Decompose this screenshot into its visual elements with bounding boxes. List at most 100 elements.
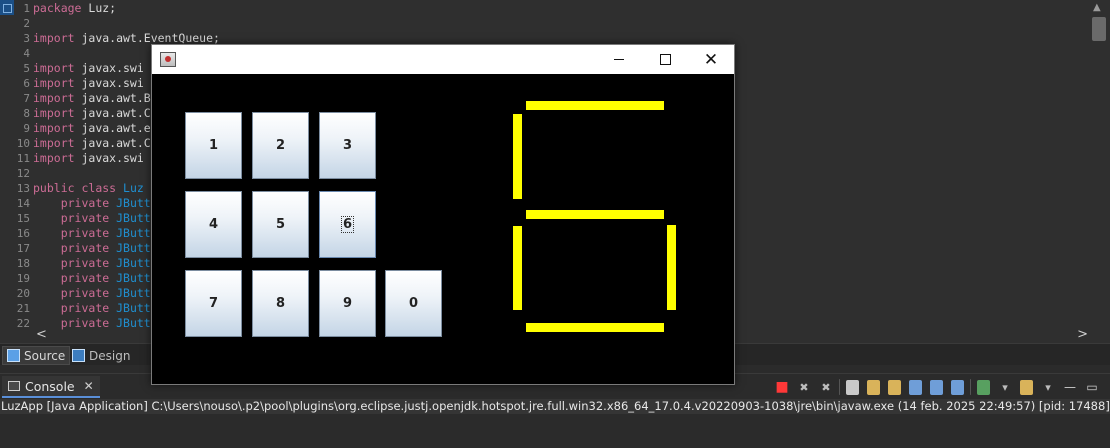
code-text: private JButt (33, 301, 151, 316)
key-label: 6 (340, 216, 355, 233)
display-segment-e (513, 226, 522, 310)
line-number: 10 (16, 137, 30, 150)
code-text: import javax.swi (33, 76, 144, 91)
key-button-8[interactable]: 8 (252, 270, 309, 337)
key-button-2[interactable]: 2 (252, 112, 309, 179)
minimize-button[interactable] (596, 45, 642, 74)
toolbar-separator (839, 379, 840, 395)
scroll-right-icon[interactable]: > (1077, 327, 1088, 342)
scroll-left-icon[interactable]: < (36, 327, 47, 342)
code-token: import (33, 151, 75, 165)
console-tab-label: Console (25, 378, 75, 394)
remove-all-terminated-icon[interactable]: ✖ (817, 378, 835, 396)
java-app-icon[interactable] (160, 52, 176, 67)
java-app-window[interactable]: ✕ 1 2 3 4 5 6 7 8 9 0 (151, 44, 735, 385)
code-token: java.awt.B (74, 91, 151, 105)
terminate-icon[interactable]: ■ (773, 378, 791, 396)
close-button[interactable]: ✕ (688, 45, 734, 74)
word-wrap-icon[interactable] (888, 379, 901, 395)
scroll-lock-icon[interactable] (867, 379, 880, 395)
code-token: JButt (116, 241, 151, 255)
code-line[interactable]: 2 (0, 16, 1088, 31)
code-token: Luz; (81, 1, 117, 15)
minimize-view-icon[interactable]: — (1061, 378, 1079, 396)
key-button-0[interactable]: 0 (385, 270, 442, 337)
key-button-7[interactable]: 7 (185, 270, 242, 337)
line-number: 9 (23, 122, 30, 135)
console-output-header: LuzApp [Java Application] C:\Users\nouso… (0, 399, 1110, 414)
scrollbar-thumb[interactable] (1092, 17, 1106, 41)
tab-console[interactable]: Console ✕ (2, 376, 100, 398)
key-label: 8 (275, 296, 286, 311)
line-number: 15 (16, 212, 30, 225)
key-label: 2 (275, 138, 286, 153)
code-token: private (60, 196, 110, 210)
code-token: java.awt.e (74, 121, 151, 135)
open-console-dropdown-icon[interactable]: ▾ (1039, 378, 1057, 396)
code-token: private (60, 301, 110, 315)
key-label: 5 (275, 217, 286, 232)
code-text: private JButt (33, 271, 151, 286)
code-text: import java.awt.e (33, 121, 151, 136)
line-number: 21 (16, 302, 30, 315)
line-number: 1 (23, 2, 30, 15)
code-token: private (60, 226, 110, 240)
open-console-icon[interactable] (1020, 379, 1033, 395)
code-token: javax.swi (74, 151, 144, 165)
show-on-output-icon[interactable] (909, 379, 922, 395)
maximize-button[interactable] (642, 45, 688, 74)
console-icon (8, 381, 20, 391)
line-number: 2 (23, 17, 30, 30)
vertical-scrollbar[interactable]: ▲ (1088, 0, 1110, 326)
line-number: 17 (16, 242, 30, 255)
line-number: 22 (16, 317, 30, 330)
scroll-up-icon[interactable]: ▲ (1093, 2, 1101, 13)
source-icon (7, 349, 20, 362)
maximize-view-icon[interactable]: ▭ (1083, 378, 1101, 396)
code-token: import (33, 136, 75, 150)
code-text: private JButt (33, 196, 151, 211)
code-token: JButt (116, 271, 151, 285)
key-button-6[interactable]: 6 (319, 191, 376, 258)
key-label: 0 (408, 296, 419, 311)
key-button-3[interactable]: 3 (319, 112, 376, 179)
key-label: 7 (208, 296, 219, 311)
remove-launch-icon[interactable]: ✖ (795, 378, 813, 396)
line-number: 18 (16, 257, 30, 270)
pin-console-icon[interactable] (951, 379, 964, 395)
line-number: 20 (16, 287, 30, 300)
tab-source[interactable]: Source (2, 346, 71, 365)
key-button-9[interactable]: 9 (319, 270, 376, 337)
close-icon[interactable]: ✕ (84, 379, 94, 393)
display-console-dropdown-icon[interactable]: ▾ (996, 378, 1014, 396)
key-label: 3 (342, 138, 353, 153)
display-segment-f (513, 114, 522, 199)
display-segment-a (526, 101, 664, 110)
code-text: public class Luz (33, 181, 144, 196)
code-token: javax.swi (74, 61, 144, 75)
key-button-4[interactable]: 4 (185, 191, 242, 258)
code-text: import java.awt.C (33, 106, 151, 121)
tab-design[interactable]: Design (68, 346, 134, 365)
clear-console-icon[interactable] (846, 379, 859, 395)
display-segment-d (526, 323, 664, 332)
code-text: private JButt (33, 241, 151, 256)
key-button-5[interactable]: 5 (252, 191, 309, 258)
show-on-error-icon[interactable] (930, 379, 943, 395)
console-output-area[interactable] (0, 414, 1110, 448)
display-selected-console-icon[interactable] (977, 379, 990, 395)
code-line[interactable]: 1 package Luz; (0, 1, 1088, 16)
code-token: private (60, 286, 110, 300)
line-number: 16 (16, 227, 30, 240)
code-token: import (33, 76, 75, 90)
code-token: private (60, 211, 110, 225)
window-titlebar[interactable]: ✕ (152, 45, 734, 74)
key-button-1[interactable]: 1 (185, 112, 242, 179)
line-number: 3 (23, 32, 30, 45)
code-text: private JButt (33, 226, 151, 241)
